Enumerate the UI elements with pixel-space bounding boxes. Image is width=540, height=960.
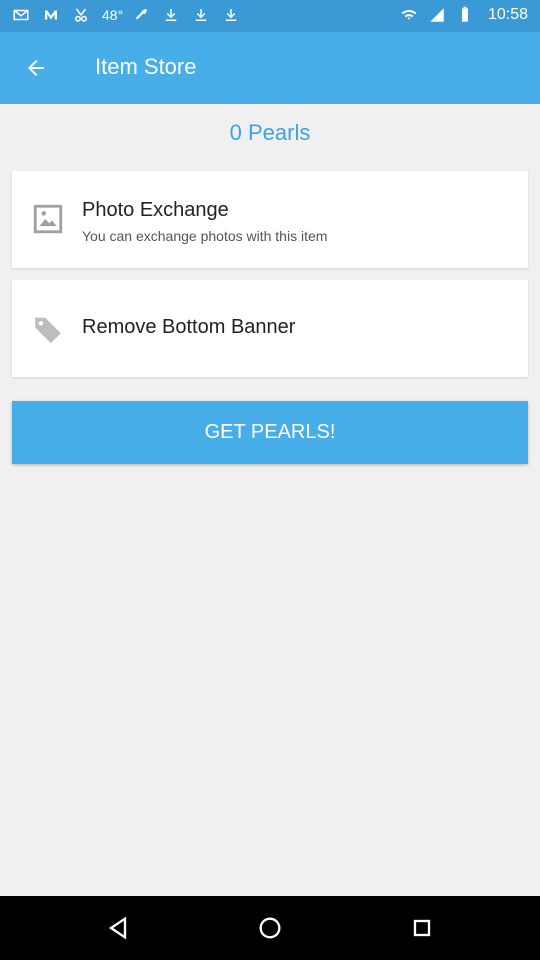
image-icon [30,201,66,237]
tag-icon [30,311,66,347]
app-bar: Item Store [0,32,540,104]
recents-icon [413,919,431,937]
battery-icon [461,6,468,22]
mail-icon [13,9,29,21]
item-title: Remove Bottom Banner [82,316,296,338]
back-icon [108,916,127,940]
download-icon [225,9,237,21]
nav-home-button[interactable] [250,908,290,948]
wrench-icon [135,9,147,20]
arrow-back-icon [28,60,44,76]
home-icon [259,917,281,939]
get-pearls-button[interactable]: GET PEARLS! [12,401,528,464]
status-bar: 48° 10:58 [0,0,540,32]
back-button[interactable] [12,44,60,92]
pearls-balance: 0 Pearls [229,120,311,145]
nav-recents-button[interactable] [402,908,442,948]
clock: 10:58 [487,6,528,23]
48-icon: 48° [102,7,124,23]
system-nav-bar [0,896,540,960]
item-remove-banner[interactable]: Remove Bottom Banner [12,280,528,377]
status-right-icons: 10:58 [400,6,528,24]
status-left-icons: 48° [12,6,240,24]
download-icon [195,9,207,21]
download-icon [165,9,177,21]
nav-back-button[interactable] [98,908,138,948]
wifi-icon [401,9,417,20]
signal-icon [430,8,444,22]
cut-icon [75,8,87,22]
item-title: Photo Exchange [82,199,229,221]
page-title: Item Store [95,54,197,79]
item-subtitle: You can exchange photos with this item [82,228,328,244]
item-photo-exchange[interactable]: Photo Exchange You can exchange photos w… [12,171,528,268]
m-icon [45,10,57,20]
